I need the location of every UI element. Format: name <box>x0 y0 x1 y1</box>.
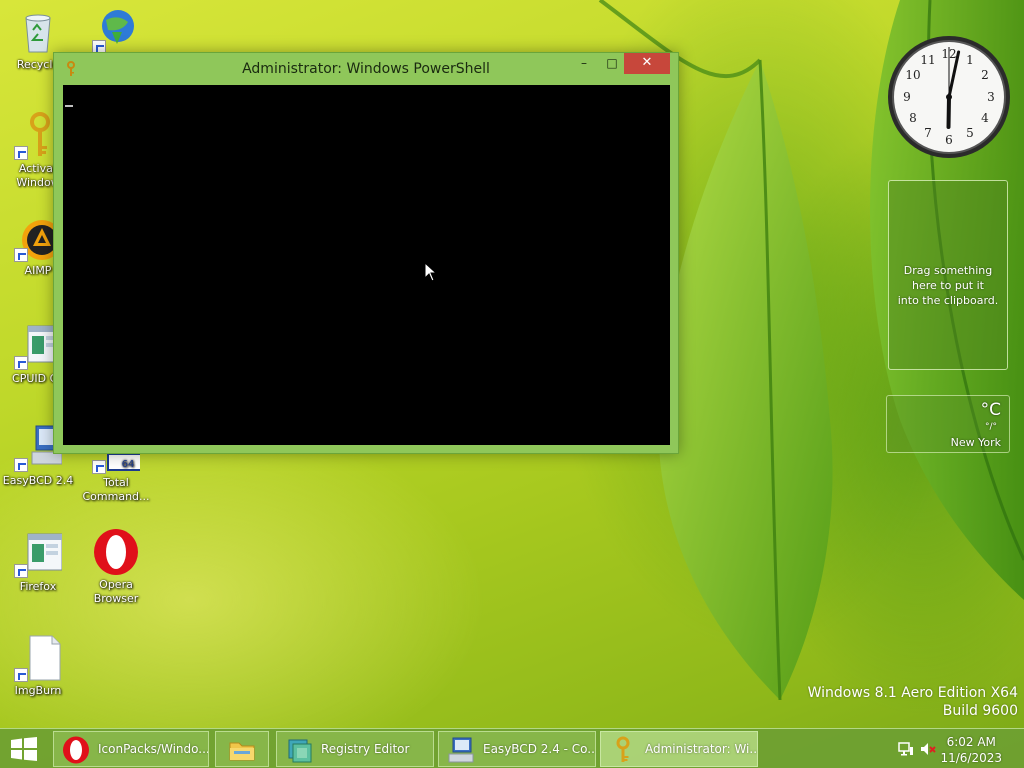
desktop-icon-opera[interactable]: Opera Browser <box>78 528 154 606</box>
volume-muted-icon[interactable] <box>920 741 936 757</box>
text-cursor <box>65 105 73 107</box>
key-icon <box>616 736 630 762</box>
watermark-edition: Windows 8.1 Aero Edition X64 <box>807 685 1018 701</box>
folder-icon <box>229 742 255 761</box>
maximize-button[interactable]: □ <box>598 53 626 74</box>
desktop-icon-imgburn[interactable]: ImgBurn <box>0 634 76 698</box>
svg-text:2: 2 <box>981 68 989 82</box>
taskbar-item-label: EasyBCD 2.4 - Co... <box>483 742 596 756</box>
desktop-icon-label: Firefox <box>19 580 57 593</box>
svg-text:64: 64 <box>122 459 135 470</box>
windows-start-icon[interactable] <box>10 737 38 761</box>
clock-gadget[interactable]: 12 12 345 678 91011 <box>886 34 1012 160</box>
svg-text:10: 10 <box>905 68 920 82</box>
weather-gadget[interactable]: °C °/° New York <box>886 395 1010 453</box>
taskbar-item-registry-editor[interactable]: Registry Editor <box>276 731 434 767</box>
svg-text:4: 4 <box>981 111 989 125</box>
network-icon[interactable] <box>898 741 914 757</box>
easybcd-icon <box>448 737 474 763</box>
desktop-icon-label: Total Command... <box>82 476 150 503</box>
taskbar: IconPacks/Windo... Registry Editor EasyB… <box>0 728 1024 768</box>
taskbar-item-label: Registry Editor <box>321 742 410 756</box>
opera-icon <box>63 736 89 764</box>
weather-range: °/° <box>984 422 997 432</box>
shortcut-arrow-icon <box>92 460 106 474</box>
clipboard-hint-line: Drag something <box>903 264 993 277</box>
clock-hour-hand <box>946 95 951 129</box>
key-icon <box>67 61 75 76</box>
shortcut-arrow-icon <box>14 356 28 370</box>
taskbar-item-powershell[interactable]: Administrator: Wi... <box>600 731 758 767</box>
svg-text:11: 11 <box>920 53 935 67</box>
desktop-icon-label: ImgBurn <box>14 684 62 697</box>
taskbar-item-opera[interactable]: IconPacks/Windo... <box>53 731 209 767</box>
application-window-icon <box>14 530 63 578</box>
shortcut-arrow-icon <box>14 668 28 682</box>
close-button[interactable]: ✕ <box>624 53 670 74</box>
minimize-button[interactable]: – <box>570 53 598 74</box>
desktop-icon-label: EasyBCD 2.4 <box>2 474 74 487</box>
shortcut-arrow-icon <box>14 248 28 262</box>
taskbar-item-easybcd[interactable]: EasyBCD 2.4 - Co... <box>438 731 596 767</box>
taskbar-clock[interactable]: 6:02 AM 11/6/2023 <box>940 734 1002 766</box>
svg-text:7: 7 <box>924 126 932 140</box>
svg-text:9: 9 <box>903 90 911 104</box>
clipboard-gadget[interactable]: Drag something here to put it into the c… <box>888 180 1008 370</box>
shortcut-arrow-icon <box>14 458 28 472</box>
weather-city: New York <box>950 436 1001 449</box>
desktop-icon-globe-download[interactable] <box>78 6 154 56</box>
svg-text:5: 5 <box>966 126 974 140</box>
watermark-build: Build 9600 <box>942 703 1018 719</box>
window-title: Administrator: Windows PowerShell <box>242 61 490 77</box>
globe-download-icon <box>92 6 140 54</box>
desktop-icon-firefox[interactable]: Firefox <box>0 530 76 594</box>
opera-icon <box>92 528 140 576</box>
console-area[interactable] <box>63 85 670 445</box>
recycle-bin-icon <box>14 8 62 56</box>
svg-text:1: 1 <box>966 53 974 67</box>
svg-text:3: 3 <box>987 90 995 104</box>
os-watermark: Windows 8.1 Aero Edition X64 Build 9600 <box>808 684 1018 720</box>
mouse-pointer-icon <box>424 262 438 282</box>
clipboard-hint-line: into the clipboard. <box>897 294 999 307</box>
taskbar-item-file-explorer[interactable] <box>215 731 269 767</box>
svg-text:8: 8 <box>909 111 917 125</box>
powershell-window[interactable]: Administrator: Windows PowerShell – □ ✕ <box>53 52 679 454</box>
shortcut-arrow-icon <box>14 564 28 578</box>
svg-text:6: 6 <box>945 133 953 147</box>
taskbar-item-label: Administrator: Wi... <box>645 742 758 756</box>
system-tray: 6:02 AM 11/6/2023 <box>894 729 1024 768</box>
taskbar-time: 6:02 AM <box>946 735 996 749</box>
weather-temperature: °C <box>980 400 1001 420</box>
desktop-icon-label: Opera Browser <box>93 578 139 605</box>
document-icon <box>14 634 62 682</box>
taskbar-date: 11/6/2023 <box>940 751 1002 765</box>
registry-editor-icon <box>288 739 312 763</box>
taskbar-item-label: IconPacks/Windo... <box>98 742 209 756</box>
shortcut-arrow-icon <box>14 146 28 160</box>
clipboard-hint-line: here to put it <box>912 279 984 292</box>
